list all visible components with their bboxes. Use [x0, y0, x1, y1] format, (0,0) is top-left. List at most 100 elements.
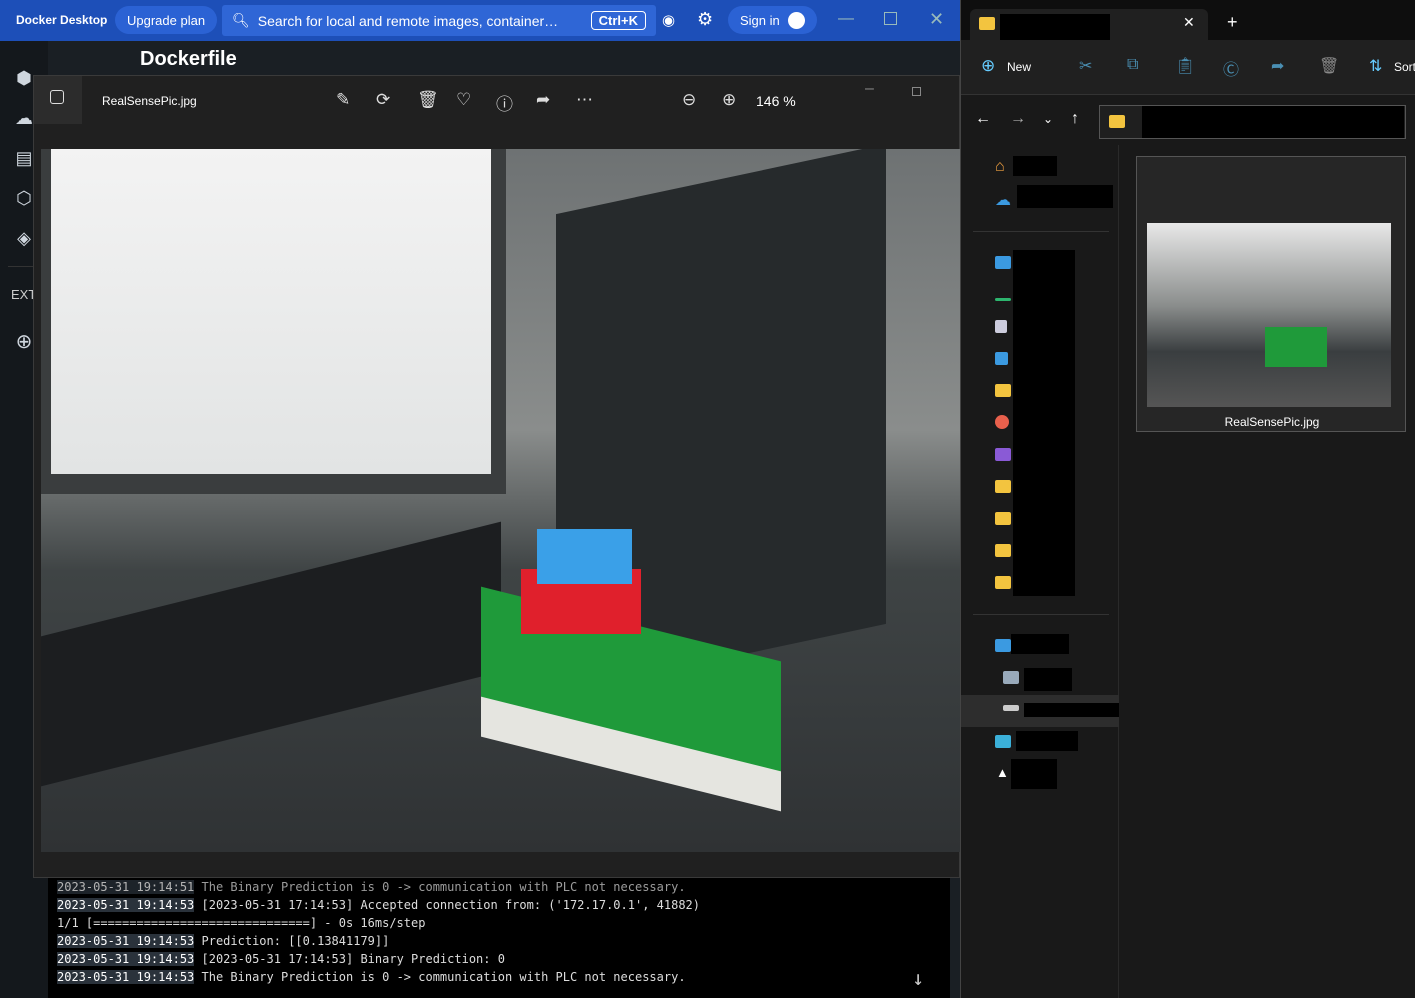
- edit-icon[interactable]: ✎: [336, 90, 350, 110]
- delete-icon[interactable]: 🗑︎: [1319, 56, 1339, 76]
- file-name: RealSensePic.jpg: [102, 94, 197, 108]
- back-icon[interactable]: ←: [975, 110, 991, 128]
- log-line: 2023-05-31 19:14:51 The Binary Predictio…: [57, 880, 686, 894]
- docker-titlebar: Docker Desktop Upgrade plan 🔍︎ Search fo…: [0, 0, 960, 41]
- pictures-icon[interactable]: [995, 352, 1008, 365]
- file-thumbnail: [1147, 223, 1391, 407]
- new-tab-icon[interactable]: +: [1227, 12, 1238, 33]
- upgrade-plan-button[interactable]: Upgrade plan: [115, 6, 218, 34]
- image-icon: [50, 90, 64, 104]
- redacted-label: [1017, 185, 1113, 208]
- close-tab-icon[interactable]: ✕: [1183, 14, 1195, 31]
- folder-icon[interactable]: [995, 384, 1011, 397]
- file-item[interactable]: RealSensePic.jpg: [1136, 156, 1406, 432]
- drive-icon[interactable]: [1003, 705, 1019, 711]
- tab-bar: ✕ +: [961, 0, 1415, 41]
- linux-icon[interactable]: ▲: [996, 765, 1009, 780]
- sort-icon[interactable]: ⇅: [1369, 56, 1382, 76]
- redacted-label: [1011, 759, 1057, 789]
- redacted-quick-access: [1013, 250, 1075, 596]
- more-icon[interactable]: ⋯: [576, 90, 593, 110]
- redacted-label: [1024, 703, 1119, 717]
- share-icon[interactable]: ➦: [1271, 56, 1284, 76]
- rotate-icon[interactable]: ⟳: [376, 90, 390, 110]
- copy-icon[interactable]: ⧉: [1127, 56, 1138, 74]
- keyboard: [41, 521, 501, 787]
- redacted-label: [1013, 156, 1057, 176]
- lego-blue: [537, 529, 632, 584]
- search-placeholder: Search for local and remote images, cont…: [257, 12, 559, 29]
- documents-icon[interactable]: [995, 320, 1007, 333]
- zoom-level: 146 %: [756, 93, 796, 109]
- gallery-button[interactable]: [34, 76, 82, 124]
- log-line: 2023-05-31 19:14:53 [2023-05-31 17:14:53…: [57, 898, 701, 912]
- sort-button[interactable]: Sort: [1394, 60, 1415, 74]
- home-icon[interactable]: ⌂: [995, 158, 1005, 176]
- maximize-button[interactable]: [884, 12, 897, 25]
- navigation-pane: ⌂ ☁ ▲: [961, 145, 1119, 998]
- address-bar[interactable]: [1099, 105, 1406, 139]
- favorite-icon[interactable]: ♡: [456, 90, 471, 110]
- up-icon[interactable]: ↑: [1071, 110, 1079, 128]
- sign-in-label: Sign in: [740, 12, 780, 28]
- onedrive-icon[interactable]: ☁: [995, 190, 1011, 210]
- zoom-out-icon[interactable]: ⊖: [682, 90, 696, 110]
- maximize-button[interactable]: [912, 87, 921, 96]
- folder-icon: [1109, 115, 1125, 128]
- delete-icon[interactable]: 🗑︎: [417, 90, 439, 110]
- log-line: 2023-05-31 19:14:53 Prediction: [[0.1384…: [57, 934, 390, 948]
- close-button[interactable]: ✕: [929, 9, 944, 30]
- folder-icon[interactable]: [995, 544, 1011, 557]
- new-button[interactable]: New: [1007, 60, 1031, 74]
- downloads-icon[interactable]: [995, 298, 1011, 301]
- folder-icon[interactable]: [995, 480, 1011, 493]
- scroll-down-icon[interactable]: ↓: [912, 966, 924, 990]
- log-line: 2023-05-31 19:14:53 [2023-05-31 17:14:53…: [57, 952, 505, 966]
- monitor-screen: [51, 149, 491, 474]
- this-pc-icon[interactable]: [995, 639, 1011, 652]
- desktop-icon[interactable]: [995, 256, 1011, 269]
- folder-icon: [979, 17, 995, 30]
- gear-icon[interactable]: ⚙: [697, 9, 713, 30]
- log-line: 2023-05-31 19:14:53 The Binary Predictio…: [57, 970, 686, 984]
- forward-icon[interactable]: →: [1010, 110, 1026, 128]
- divider: [973, 614, 1109, 615]
- redacted-label: [1024, 668, 1072, 691]
- drive-icon[interactable]: [1003, 671, 1019, 684]
- redacted-path: [1142, 106, 1404, 138]
- app-name: Docker Desktop: [16, 13, 108, 27]
- info-icon[interactable]: ⓘ: [496, 90, 513, 115]
- redacted-label: [1016, 731, 1078, 751]
- cut-icon[interactable]: ✂: [1079, 56, 1092, 76]
- search-icon: 🔍︎: [232, 12, 250, 28]
- recent-icon[interactable]: ⌄: [1043, 112, 1053, 126]
- divider: [973, 231, 1109, 232]
- minimize-button[interactable]: –: [865, 80, 874, 98]
- bug-icon[interactable]: ◉: [662, 11, 675, 29]
- command-bar: ⊕ New ✂ ⧉ 📋︎ Ⓒ ➦ 🗑︎ ⇅ Sort: [961, 40, 1415, 95]
- shortcut-badge: Ctrl+K: [590, 11, 646, 30]
- tab-active[interactable]: ✕: [970, 9, 1208, 41]
- videos-icon[interactable]: [995, 448, 1011, 461]
- file-explorer-window: ✕ + ⊕ New ✂ ⧉ 📋︎ Ⓒ ➦ 🗑︎ ⇅ Sort ← → ⌄ ↑ ⌂…: [960, 0, 1415, 998]
- music-icon[interactable]: [995, 415, 1009, 429]
- file-name: RealSensePic.jpg: [1224, 415, 1320, 429]
- folder-icon[interactable]: [995, 576, 1011, 589]
- folder-icon[interactable]: [995, 512, 1011, 525]
- rename-icon[interactable]: Ⓒ: [1223, 56, 1239, 80]
- page-title: Dockerfile: [140, 48, 237, 70]
- photo-canvas: [41, 149, 960, 852]
- avatar-icon: [787, 11, 805, 29]
- minimize-button[interactable]: —: [838, 10, 854, 28]
- new-icon[interactable]: ⊕: [981, 56, 995, 76]
- redacted-label: [1011, 634, 1069, 654]
- sign-in-button[interactable]: Sign in: [728, 6, 817, 34]
- zoom-in-icon[interactable]: ⊕: [722, 90, 736, 110]
- container-log: 2023-05-31 19:14:51 The Binary Predictio…: [48, 878, 950, 998]
- share-icon[interactable]: ➦: [536, 90, 550, 110]
- paste-icon[interactable]: 📋︎: [1175, 56, 1195, 76]
- redacted-tab-title: [1000, 14, 1110, 41]
- log-line: 1/1 [==============================] - 0…: [57, 916, 426, 930]
- search-input[interactable]: 🔍︎ Search for local and remote images, c…: [222, 5, 656, 36]
- network-icon[interactable]: [995, 735, 1011, 748]
